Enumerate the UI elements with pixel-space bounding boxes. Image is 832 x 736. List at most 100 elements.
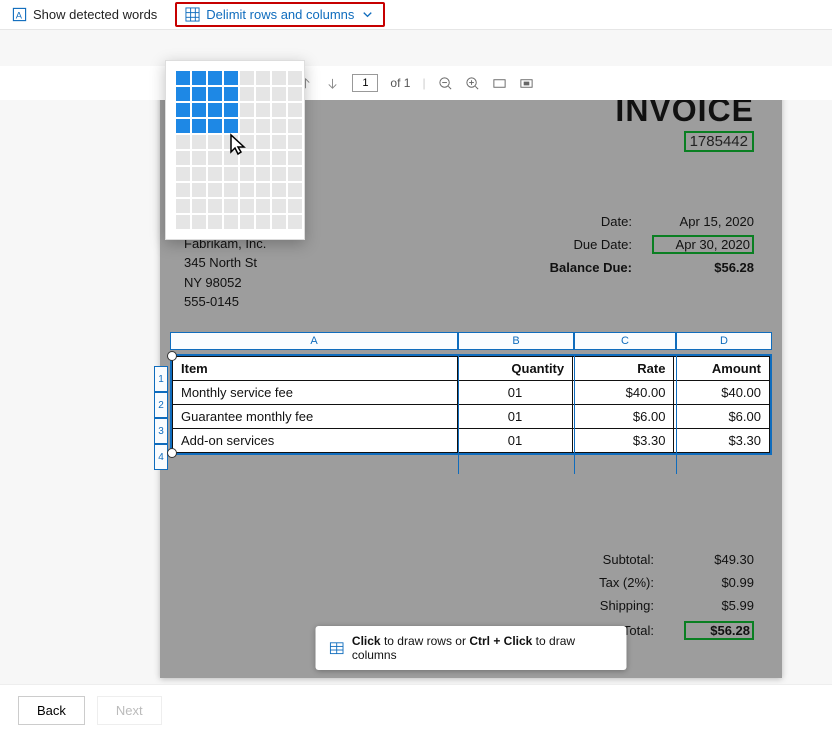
grid-cell[interactable]: [176, 167, 190, 181]
grid-cell[interactable]: [192, 71, 206, 85]
grid-cell[interactable]: [288, 87, 302, 101]
grid-cell[interactable]: [272, 183, 286, 197]
grid-cell[interactable]: [224, 87, 238, 101]
grid-cell[interactable]: [256, 151, 270, 165]
grid-cell[interactable]: [256, 183, 270, 197]
row-number-1[interactable]: 1: [154, 366, 168, 392]
row-number-3[interactable]: 3: [154, 418, 168, 444]
grid-cell[interactable]: [240, 167, 254, 181]
grid-cell[interactable]: [224, 199, 238, 213]
grid-cell[interactable]: [192, 183, 206, 197]
zoom-out-icon[interactable]: [438, 76, 453, 91]
grid-cell[interactable]: [208, 215, 222, 229]
grid-cell[interactable]: [224, 167, 238, 181]
grid-cell[interactable]: [192, 103, 206, 117]
grid-cell[interactable]: [176, 135, 190, 149]
grid-cell[interactable]: [224, 183, 238, 197]
grid-cell[interactable]: [208, 71, 222, 85]
grid-cell[interactable]: [288, 183, 302, 197]
grid-cell[interactable]: [192, 199, 206, 213]
grid-cell[interactable]: [240, 199, 254, 213]
col-letter-c[interactable]: C: [574, 332, 676, 350]
next-page-icon[interactable]: [325, 76, 340, 91]
grid-cell[interactable]: [256, 199, 270, 213]
grid-cell[interactable]: [288, 71, 302, 85]
grid-cell[interactable]: [208, 87, 222, 101]
col-letter-b[interactable]: B: [458, 332, 574, 350]
grid-cell[interactable]: [192, 87, 206, 101]
fit-page-icon[interactable]: [519, 76, 534, 91]
grid-cell[interactable]: [272, 199, 286, 213]
grid-cell[interactable]: [224, 71, 238, 85]
col-letter-a[interactable]: A: [170, 332, 458, 350]
grid-cell[interactable]: [176, 119, 190, 133]
show-detected-words-button[interactable]: A Show detected words: [12, 7, 157, 22]
grid-cell[interactable]: [208, 151, 222, 165]
grid-cell[interactable]: [176, 87, 190, 101]
grid-cell[interactable]: [176, 71, 190, 85]
grid-cell[interactable]: [272, 71, 286, 85]
grid-cell[interactable]: [272, 87, 286, 101]
grid-cell[interactable]: [288, 199, 302, 213]
grid-cell[interactable]: [240, 183, 254, 197]
grid-cell[interactable]: [224, 103, 238, 117]
due-date-value: Apr 30, 2020: [652, 235, 754, 254]
grid-cell[interactable]: [192, 135, 206, 149]
grid-cell[interactable]: [256, 215, 270, 229]
grid-cell[interactable]: [192, 167, 206, 181]
grid-cell[interactable]: [208, 167, 222, 181]
cell-qty: 01: [457, 381, 572, 405]
zoom-in-icon[interactable]: [465, 76, 480, 91]
grid-cell[interactable]: [176, 103, 190, 117]
grid-cell[interactable]: [176, 183, 190, 197]
col-divider[interactable]: [458, 354, 459, 474]
col-divider[interactable]: [676, 354, 677, 474]
grid-cell[interactable]: [272, 119, 286, 133]
fit-width-icon[interactable]: [492, 76, 507, 91]
grid-cell[interactable]: [176, 199, 190, 213]
grid-cell[interactable]: [176, 215, 190, 229]
grid-cell[interactable]: [240, 103, 254, 117]
grid-cell[interactable]: [256, 135, 270, 149]
col-divider[interactable]: [574, 354, 575, 474]
grid-cell[interactable]: [256, 167, 270, 181]
row-number-4[interactable]: 4: [154, 444, 168, 470]
grid-cell[interactable]: [176, 151, 190, 165]
grid-cell[interactable]: [192, 119, 206, 133]
page-number-input[interactable]: [352, 74, 378, 92]
grid-cell[interactable]: [288, 215, 302, 229]
grid-cell[interactable]: [272, 167, 286, 181]
grid-cell[interactable]: [208, 183, 222, 197]
grid-cell[interactable]: [288, 135, 302, 149]
grid-cell[interactable]: [224, 215, 238, 229]
date-value: Apr 15, 2020: [652, 214, 754, 229]
grid-cell[interactable]: [208, 199, 222, 213]
col-letter-d[interactable]: D: [676, 332, 772, 350]
grid-cell[interactable]: [208, 103, 222, 117]
grid-cell[interactable]: [272, 151, 286, 165]
grid-cell[interactable]: [192, 215, 206, 229]
grid-cell[interactable]: [240, 215, 254, 229]
grid-cell[interactable]: [288, 119, 302, 133]
grid-cell[interactable]: [272, 103, 286, 117]
grid-cell[interactable]: [240, 71, 254, 85]
grid-cell[interactable]: [208, 119, 222, 133]
grid-cell[interactable]: [288, 167, 302, 181]
grid-cell[interactable]: [240, 87, 254, 101]
grid-cell[interactable]: [256, 103, 270, 117]
grid-cell[interactable]: [288, 151, 302, 165]
grid-cell[interactable]: [240, 119, 254, 133]
grid-cell[interactable]: [208, 135, 222, 149]
grid-cell[interactable]: [288, 103, 302, 117]
grid-cell[interactable]: [272, 135, 286, 149]
row-number-2[interactable]: 2: [154, 392, 168, 418]
grid-cell[interactable]: [256, 119, 270, 133]
grid-cell[interactable]: [192, 151, 206, 165]
grid-cell[interactable]: [272, 215, 286, 229]
back-button[interactable]: Back: [18, 696, 85, 725]
invoice-table-region[interactable]: Item Quantity Rate Amount Monthly servic…: [170, 354, 772, 455]
grid-cell[interactable]: [256, 71, 270, 85]
grid-cell[interactable]: [256, 87, 270, 101]
grid-cell[interactable]: [224, 119, 238, 133]
delimit-rows-cols-button[interactable]: Delimit rows and columns: [175, 2, 385, 27]
